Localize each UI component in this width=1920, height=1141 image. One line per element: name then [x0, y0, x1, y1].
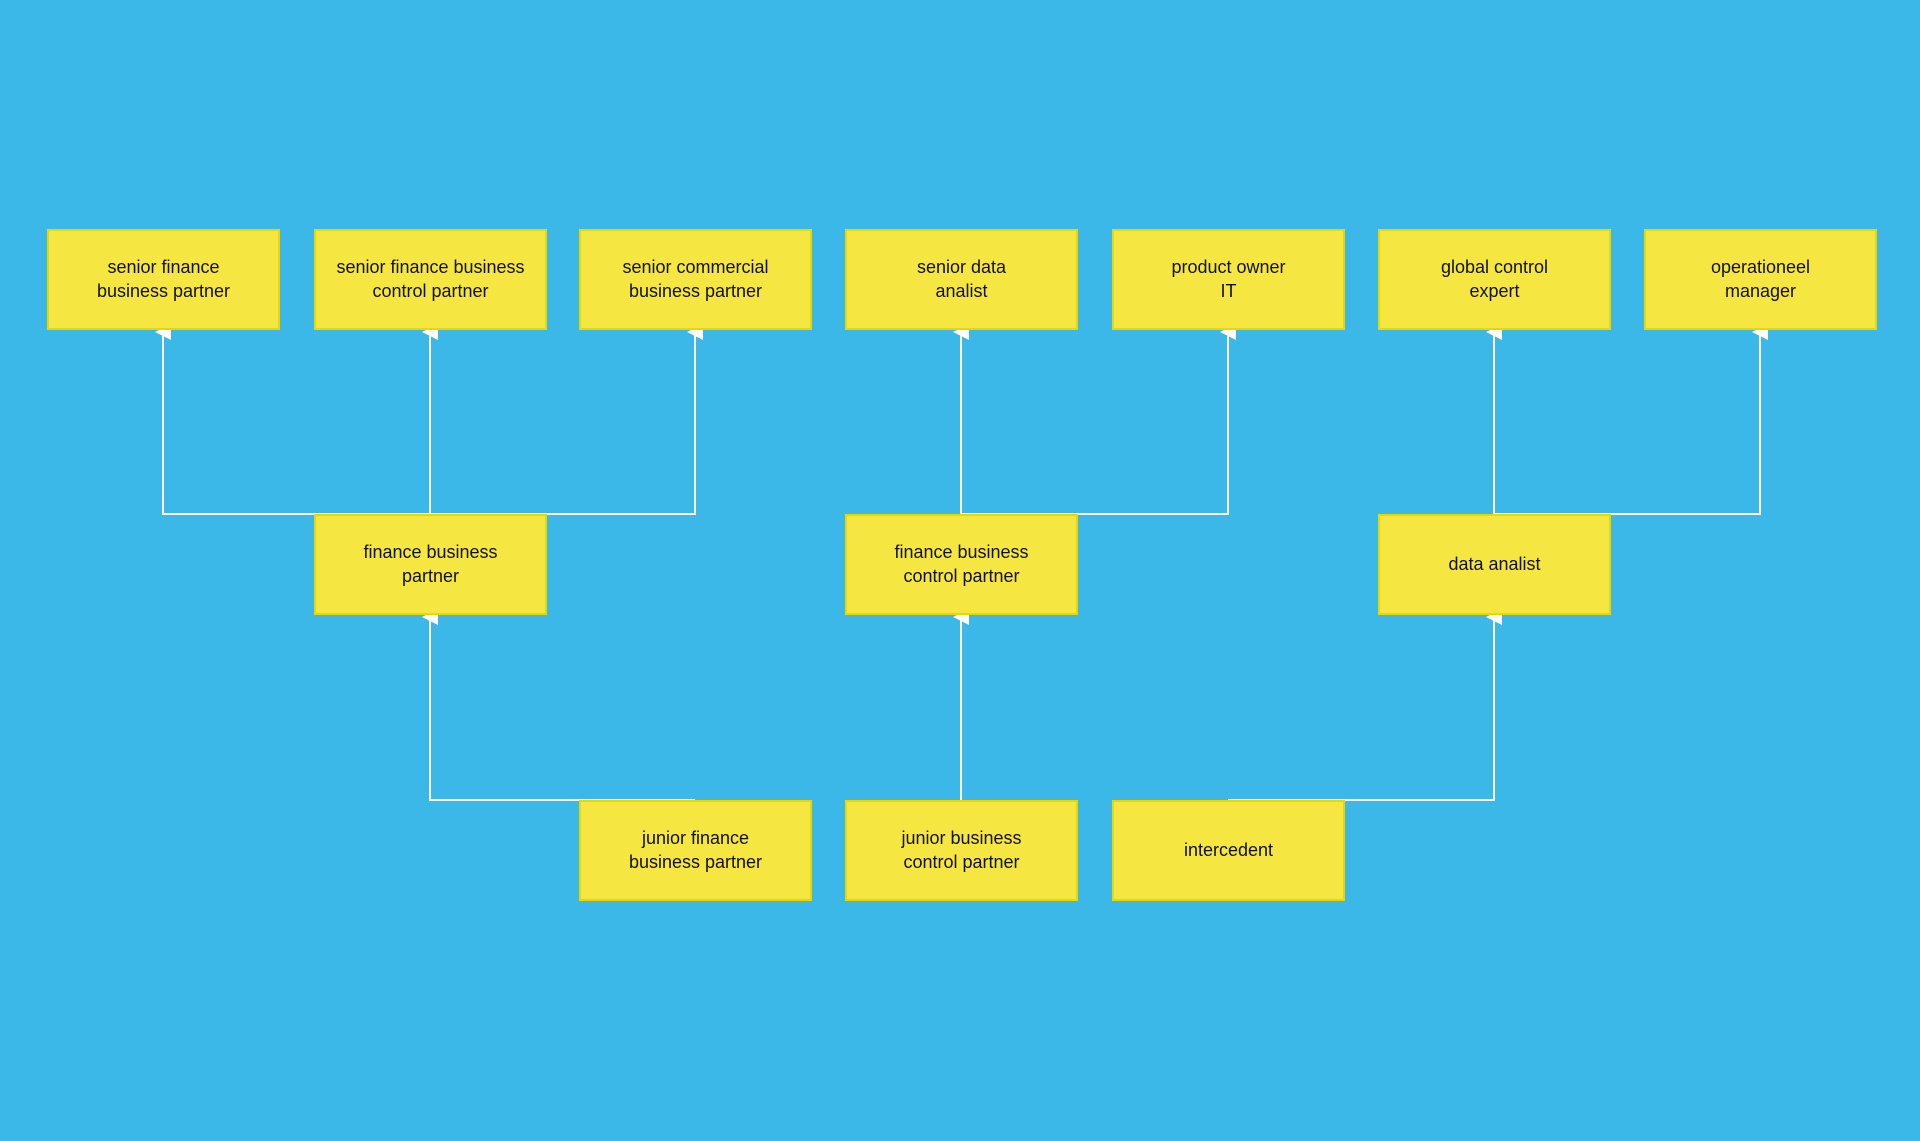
node-jbcp: junior business control partner: [845, 800, 1078, 901]
node-inter: intercedent: [1112, 800, 1345, 901]
node-gce: global control expert: [1378, 229, 1611, 330]
node-fbp: finance business partner: [314, 514, 547, 615]
diagram-container: senior finance business partner senior fi…: [0, 0, 1920, 1141]
node-po: product owner IT: [1112, 229, 1345, 330]
node-om: operationeel manager: [1644, 229, 1877, 330]
node-jfbp: junior finance business partner: [579, 800, 812, 901]
node-sfbp: senior finance business partner: [47, 229, 280, 330]
node-sda: senior data analist: [845, 229, 1078, 330]
node-scbp: senior commercial business partner: [579, 229, 812, 330]
node-fbcp: finance business control partner: [845, 514, 1078, 615]
node-da: data analist: [1378, 514, 1611, 615]
node-sfbcp: senior finance business control partner: [314, 229, 547, 330]
